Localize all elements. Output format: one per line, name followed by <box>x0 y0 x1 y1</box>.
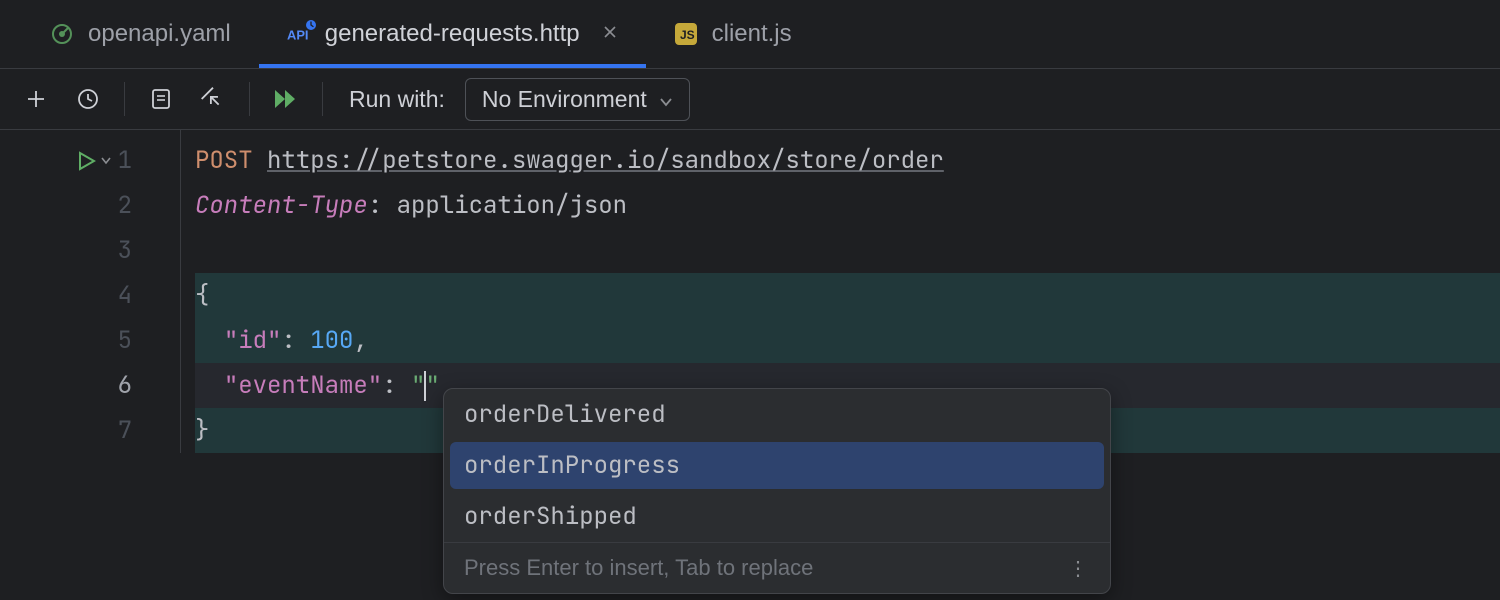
run-all-button[interactable] <box>270 83 302 115</box>
token-json-str: " <box>425 370 439 401</box>
gutter-line: 6 <box>0 363 180 408</box>
code-line[interactable] <box>195 228 1500 273</box>
completion-item[interactable]: orderInProgress <box>450 442 1104 489</box>
line-number: 4 <box>118 280 132 311</box>
token-json-key: "eventName" <box>224 370 382 401</box>
line-number: 3 <box>118 235 132 266</box>
line-number: 1 <box>118 145 132 176</box>
line-number: 6 <box>118 370 132 401</box>
environment-value: No Environment <box>482 86 647 113</box>
run-line-icon[interactable] <box>78 151 112 171</box>
line-number: 5 <box>118 325 132 356</box>
http-toolbar: Run with: No Environment <box>0 68 1500 130</box>
completion-item[interactable]: orderDelivered <box>444 389 1110 440</box>
openapi-icon <box>50 22 74 46</box>
import-button[interactable] <box>197 83 229 115</box>
examples-button[interactable] <box>145 83 177 115</box>
gutter: 1 2 3 4 5 6 7 <box>0 130 180 453</box>
gutter-line: 2 <box>0 183 180 228</box>
token-punct: , <box>353 325 367 356</box>
gutter-line: 7 <box>0 408 180 453</box>
code-line[interactable]: POST https://petstore.swagger.io/sandbox… <box>195 138 1500 183</box>
gutter-line: 4 <box>0 273 180 318</box>
tab-openapi-yaml[interactable]: openapi.yaml <box>22 0 259 68</box>
api-icon: API <box>287 22 311 46</box>
add-request-button[interactable] <box>20 83 52 115</box>
token-json-str: " <box>411 370 425 401</box>
token-plain <box>195 370 224 401</box>
history-button[interactable] <box>72 83 104 115</box>
divider <box>124 82 125 116</box>
chevron-down-icon <box>659 86 673 113</box>
completion-footer: Press Enter to insert, Tab to replace ⋮ <box>444 542 1110 593</box>
gutter-line: 1 <box>0 138 180 183</box>
token-json-num: 100 <box>310 325 353 356</box>
more-icon[interactable]: ⋮ <box>1068 556 1090 581</box>
run-with-label: Run with: <box>349 86 445 113</box>
line-number: 2 <box>118 190 132 221</box>
token-brace: } <box>195 415 209 446</box>
tab-generated-requests[interactable]: API generated-requests.http <box>259 0 646 68</box>
token-header-val: application/json <box>397 190 627 221</box>
code-line[interactable]: Content-Type: application/json <box>195 183 1500 228</box>
js-icon: JS <box>674 22 698 46</box>
editor-tabs: openapi.yaml API generated-requests.http… <box>0 0 1500 68</box>
completion-hint: Press Enter to insert, Tab to replace <box>464 555 813 581</box>
token-brace: { <box>195 280 209 311</box>
tab-client-js[interactable]: JS client.js <box>646 0 820 68</box>
line-number: 7 <box>118 415 132 446</box>
token-punct: : <box>382 370 411 401</box>
divider <box>322 82 323 116</box>
divider <box>249 82 250 116</box>
gutter-line: 3 <box>0 228 180 273</box>
completion-item[interactable]: orderShipped <box>444 491 1110 542</box>
gutter-line: 5 <box>0 318 180 363</box>
token-punct: : <box>368 190 397 221</box>
tab-label: generated-requests.http <box>325 20 580 48</box>
code-line[interactable]: "id": 100, <box>195 318 1500 363</box>
token-method: POST <box>195 145 253 176</box>
svg-text:JS: JS <box>680 28 695 42</box>
code-line[interactable]: { <box>195 273 1500 318</box>
completion-popup: orderDeliveredorderInProgressorderShippe… <box>443 388 1111 594</box>
tab-label: client.js <box>712 20 792 48</box>
token-plain <box>195 325 224 356</box>
token-plain <box>253 145 267 176</box>
token-json-key: "id" <box>224 325 282 356</box>
code-editor[interactable]: 1 2 3 4 5 6 7 POST https://petstore.swagger.io… <box>0 130 1500 453</box>
token-punct: : <box>281 325 310 356</box>
tab-label: openapi.yaml <box>88 20 231 48</box>
close-icon[interactable] <box>602 24 618 45</box>
token-url: https://petstore.swagger.io/sandbox/stor… <box>267 145 944 176</box>
token-header-name: Content-Type <box>195 190 368 221</box>
environment-select[interactable]: No Environment <box>465 78 690 121</box>
